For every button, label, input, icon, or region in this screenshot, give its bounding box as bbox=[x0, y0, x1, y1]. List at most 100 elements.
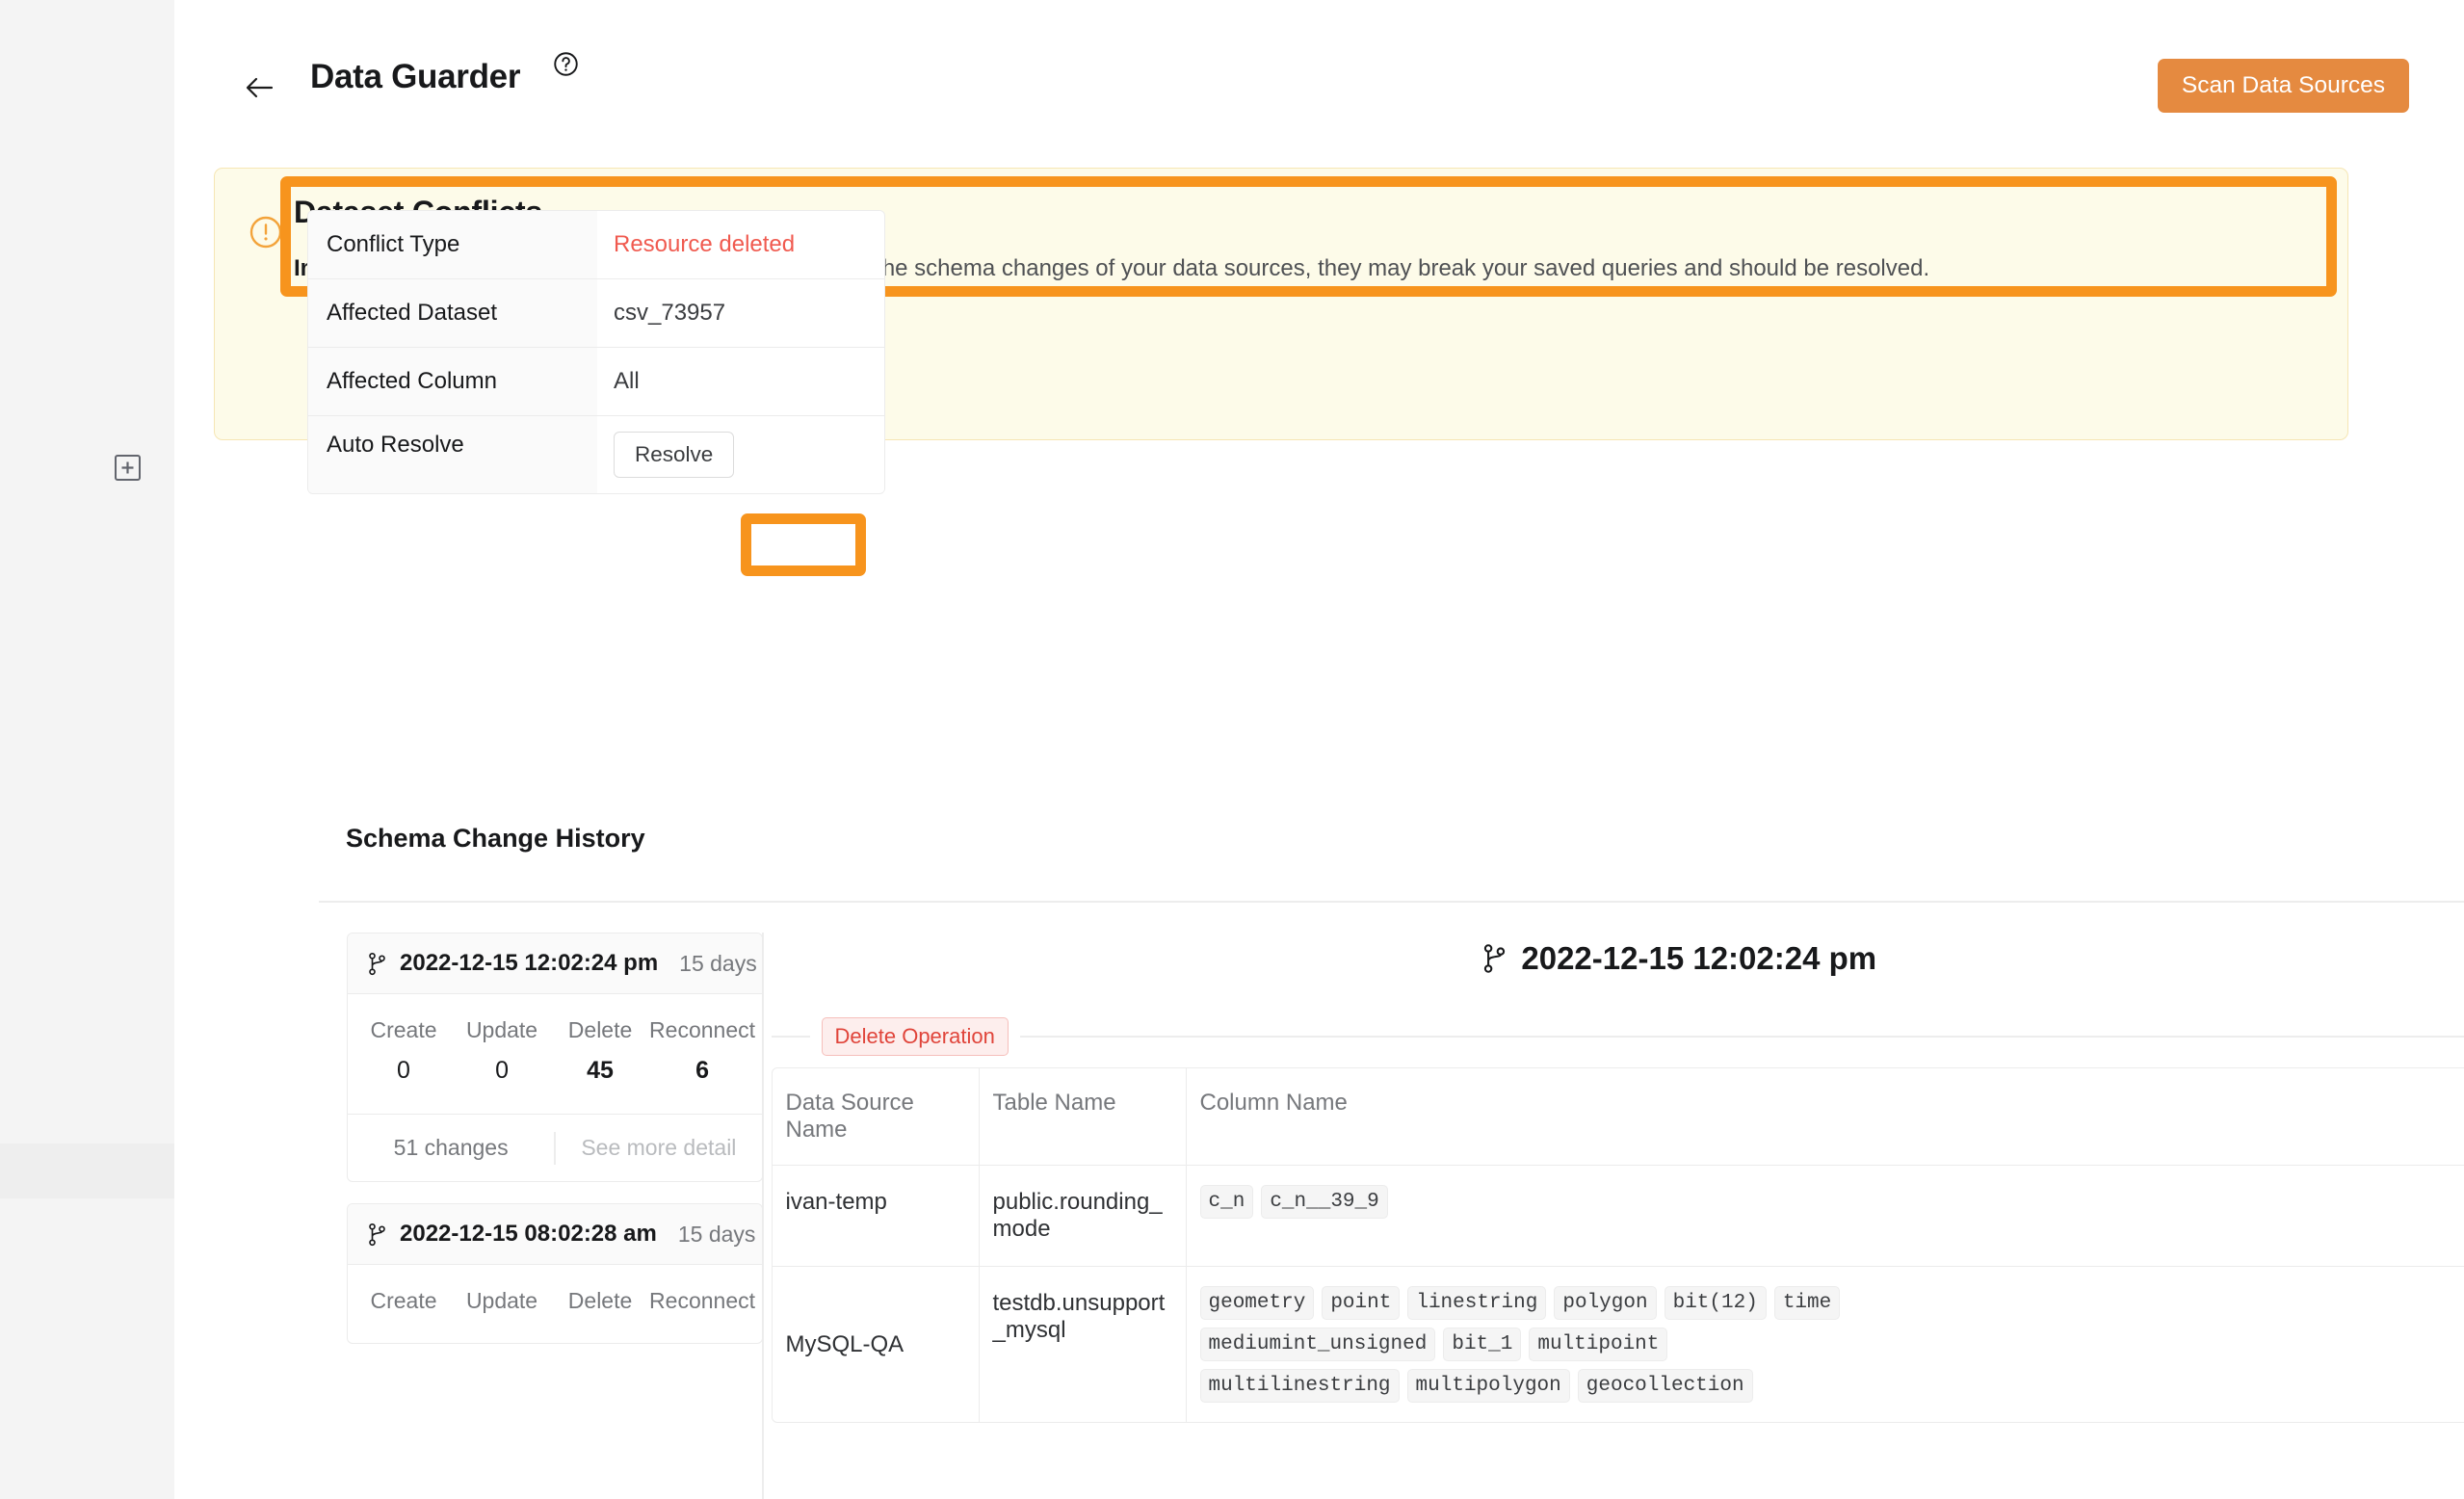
see-more-detail-link[interactable]: See more detail bbox=[556, 1135, 762, 1161]
history-card[interactable]: 2022-12-15 08:02:28 am 15 days ago Creat… bbox=[347, 1203, 763, 1344]
schema-change-history-title: Schema Change History bbox=[346, 824, 645, 853]
stat-label: Create bbox=[370, 1017, 437, 1042]
left-sidebar bbox=[0, 0, 174, 1499]
back-arrow-icon[interactable] bbox=[241, 68, 279, 107]
history-card-stats: Create Update Delete Reconnect bbox=[348, 1265, 762, 1343]
cell-column-names: c_n c_n__39_9 bbox=[1187, 1166, 2464, 1266]
operation-row: Delete Operation bbox=[764, 1017, 2464, 1056]
table-header-row: Data Source Name Table Name Column Name bbox=[772, 1068, 2464, 1166]
resolve-button[interactable]: Resolve bbox=[614, 432, 735, 478]
table-row: Affected Column All bbox=[308, 348, 884, 416]
history-card-date: 2022-12-15 08:02:28 am bbox=[400, 1221, 657, 1247]
app-root: Data Guarder Scan Data Sources Dataset C… bbox=[0, 0, 2464, 1499]
affected-dataset-label: Affected Dataset bbox=[308, 279, 597, 347]
column-tag: c_n bbox=[1199, 1185, 1254, 1219]
column-tag: point bbox=[1322, 1286, 1401, 1320]
question-circle-icon[interactable] bbox=[553, 51, 579, 77]
cell-data-source-name: ivan-temp bbox=[773, 1166, 980, 1266]
git-branch-icon bbox=[367, 1223, 387, 1247]
column-tag-list: c_n c_n__39_9 bbox=[1199, 1185, 1855, 1219]
stat-label: Delete bbox=[567, 1017, 633, 1042]
history-card-relative-time: 15 days ago bbox=[677, 1221, 762, 1247]
stat-create: Create 0 bbox=[354, 1017, 453, 1085]
stat-label: Update bbox=[465, 1017, 538, 1042]
history-card-stats: Create 0 Update 0 Delete 45 Reconnect 6 bbox=[348, 994, 762, 1114]
scan-data-sources-button[interactable]: Scan Data Sources bbox=[2157, 59, 2409, 113]
stat-value: 45 bbox=[587, 1057, 614, 1084]
column-tag: time bbox=[1773, 1286, 1841, 1320]
exclamation-circle-icon bbox=[249, 215, 283, 250]
column-tag: polygon bbox=[1554, 1286, 1657, 1320]
cell-data-source-name: MySQL-QA bbox=[773, 1267, 980, 1422]
history-card-list: 2022-12-15 12:02:24 pm 15 days ago Creat… bbox=[319, 933, 763, 1499]
plus-square-icon[interactable] bbox=[115, 455, 141, 481]
column-tag: bit_1 bbox=[1443, 1328, 1522, 1361]
stat-label: Create bbox=[370, 1288, 437, 1313]
main-content: Data Guarder Scan Data Sources Dataset C… bbox=[174, 0, 2464, 1499]
column-tag: multilinestring bbox=[1199, 1369, 1400, 1403]
stat-create: Create bbox=[354, 1288, 453, 1314]
changes-count: 51 changes bbox=[393, 1135, 509, 1160]
stat-label: Reconnect bbox=[649, 1288, 756, 1313]
detail-title: 2022-12-15 12:02:24 pm bbox=[764, 940, 2464, 977]
column-header-data-source-name: Data Source Name bbox=[773, 1068, 980, 1165]
cell-table-name: testdb.unsupport_mysql bbox=[980, 1267, 1187, 1422]
table-row: Affected Dataset csv_73957 bbox=[308, 279, 884, 348]
cell-table-name: public.rounding_mode bbox=[980, 1166, 1187, 1266]
stat-value: 0 bbox=[397, 1057, 410, 1084]
operation-rule-right bbox=[1019, 1036, 2464, 1038]
stat-update: Update 0 bbox=[453, 1017, 551, 1085]
column-header-column-name: Column Name bbox=[1199, 1090, 1348, 1116]
table-row: MySQL-QA testdb.unsupport_mysql geometry… bbox=[773, 1267, 2464, 1422]
column-tag: geocollection bbox=[1577, 1369, 1753, 1403]
operation-rule-left bbox=[771, 1036, 810, 1038]
conflict-type-value: Resource deleted bbox=[597, 211, 884, 278]
history-detail-panel: 2022-12-15 12:02:24 pm Delete Operation … bbox=[764, 933, 2464, 1499]
detail-title-text: 2022-12-15 12:02:24 pm bbox=[1521, 940, 1877, 976]
table-row: Auto Resolve Resolve bbox=[308, 416, 884, 493]
stat-label: Update bbox=[465, 1288, 538, 1313]
auto-resolve-label: Auto Resolve bbox=[308, 416, 597, 493]
history-card-header: 2022-12-15 08:02:28 am 15 days ago bbox=[348, 1204, 762, 1265]
dataset-conflicts-alert: Dataset Conflicts Important information:… bbox=[214, 168, 2348, 576]
stat-value: 6 bbox=[695, 1057, 709, 1084]
affected-column-label: Affected Column bbox=[308, 348, 597, 415]
sidebar-highlight-band bbox=[0, 1144, 174, 1198]
column-tag: c_n__39_9 bbox=[1261, 1185, 1388, 1219]
table-row: ivan-temp public.rounding_mode c_n c_n__… bbox=[772, 1166, 2464, 1267]
column-tag-list: geometry point linestring polygon bit(12… bbox=[1199, 1286, 1855, 1403]
annotation-box-resolve-button bbox=[741, 513, 866, 576]
delete-operation-badge: Delete Operation bbox=[821, 1017, 1009, 1056]
column-tag: multipoint bbox=[1529, 1328, 1668, 1361]
column-tag: bit(12) bbox=[1664, 1286, 1767, 1320]
schema-history-area: 2022-12-15 12:02:24 pm 15 days ago Creat… bbox=[319, 933, 2464, 1499]
column-tag: mediumint_unsigned bbox=[1199, 1328, 1436, 1361]
affected-dataset-value: csv_73957 bbox=[597, 279, 884, 347]
conflict-type-label: Conflict Type bbox=[308, 211, 597, 278]
column-tag: geometry bbox=[1199, 1286, 1315, 1320]
history-card-header: 2022-12-15 12:02:24 pm 15 days ago bbox=[348, 934, 762, 994]
history-card-relative-time: 15 days ago bbox=[679, 950, 762, 976]
stat-update: Update bbox=[453, 1288, 551, 1314]
column-tag: linestring bbox=[1407, 1286, 1547, 1320]
page-header: Data Guarder Scan Data Sources bbox=[174, 0, 2464, 148]
stat-label: Delete bbox=[567, 1288, 633, 1313]
column-tag: multipolygon bbox=[1406, 1369, 1570, 1403]
git-branch-icon bbox=[1481, 943, 1507, 974]
stat-delete: Delete bbox=[551, 1288, 649, 1314]
page-title: Data Guarder bbox=[310, 58, 521, 95]
column-header-table-name: Table Name bbox=[980, 1068, 1187, 1165]
stat-value: 0 bbox=[495, 1057, 509, 1084]
stat-delete: Delete 45 bbox=[551, 1017, 649, 1085]
stat-reconnect: Reconnect bbox=[649, 1288, 755, 1314]
cell-column-names: geometry point linestring polygon bit(12… bbox=[1187, 1267, 2464, 1422]
affected-column-value: All bbox=[597, 348, 884, 415]
conflict-details-table: Conflict Type Resource deleted Affected … bbox=[307, 210, 885, 494]
change-detail-table: Data Source Name Table Name Column Name … bbox=[771, 1067, 2464, 1423]
table-row: Conflict Type Resource deleted bbox=[308, 211, 884, 279]
history-card-footer: 51 changes See more detail bbox=[348, 1114, 762, 1181]
history-card[interactable]: 2022-12-15 12:02:24 pm 15 days ago Creat… bbox=[347, 933, 763, 1182]
git-branch-icon bbox=[367, 952, 387, 976]
auto-resolve-cell: Resolve bbox=[597, 416, 884, 493]
history-card-date: 2022-12-15 12:02:24 pm bbox=[400, 950, 659, 976]
